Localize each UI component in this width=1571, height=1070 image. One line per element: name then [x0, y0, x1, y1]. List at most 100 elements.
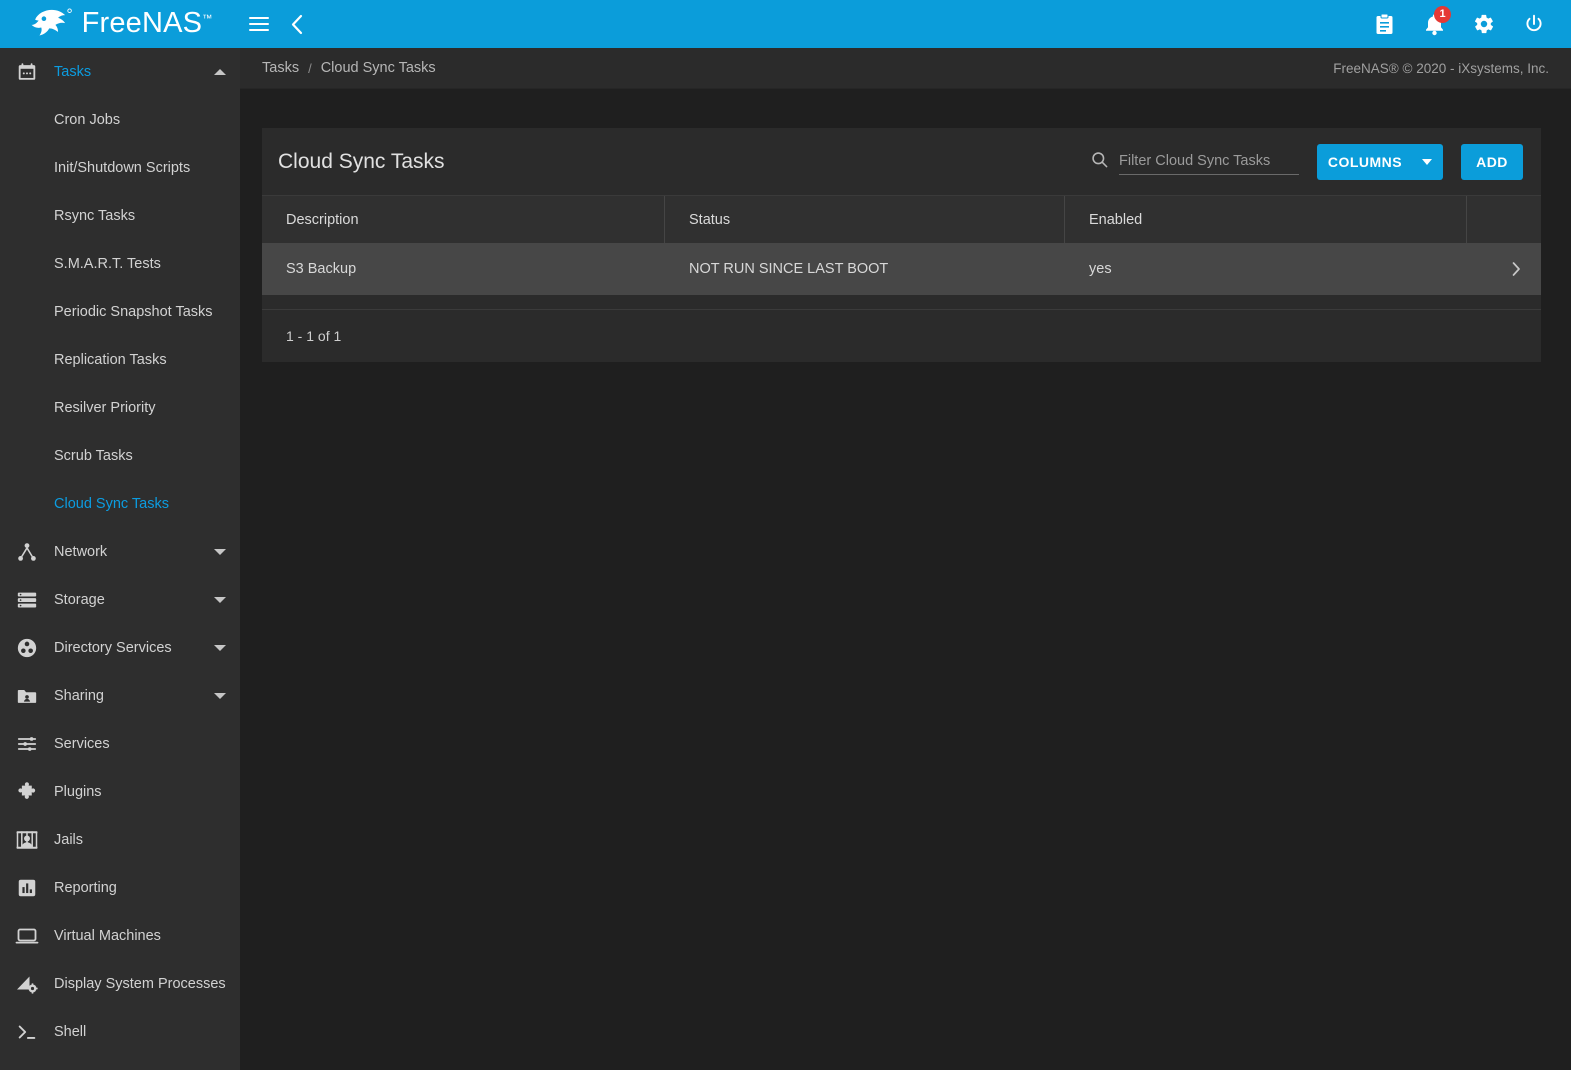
chevron-left-icon[interactable]	[278, 0, 316, 48]
sidebar-item-init-shutdown-scripts[interactable]: Init/Shutdown Scripts	[0, 144, 240, 192]
sidebar-item-label: Display System Processes	[54, 976, 226, 992]
paginator-range-label: 1 - 1 of 1	[286, 328, 341, 344]
sidebar-sub-label: S.M.A.R.T. Tests	[54, 256, 161, 272]
search-icon	[1090, 150, 1109, 174]
cell-status: NOT RUN SINCE LAST BOOT	[665, 243, 1065, 295]
sidebar-item-label: Shell	[54, 1024, 226, 1040]
sidebar-item-sharing[interactable]: Sharing	[0, 672, 240, 720]
sidebar-group-label: Tasks	[54, 64, 208, 80]
brand-name: FreeNAS™	[82, 7, 213, 40]
sidebar-sub-label: Cloud Sync Tasks	[54, 496, 169, 512]
columns-button-label: COLUMNS	[1328, 154, 1402, 170]
column-header-description[interactable]: Description	[262, 196, 665, 243]
chevron-down-icon	[214, 597, 226, 603]
toolbar-actions: COLUMNS ADD	[1090, 144, 1523, 180]
card-toolbar: Cloud Sync Tasks COLUMNS ADD	[262, 128, 1541, 195]
table-spacer	[262, 295, 1541, 309]
chevron-right-icon[interactable]	[1467, 243, 1541, 295]
chevron-down-icon	[1422, 159, 1432, 165]
cell-description: S3 Backup	[262, 243, 665, 295]
sidebar-item-replication-tasks[interactable]: Replication Tasks	[0, 336, 240, 384]
sidebar-sub-label: Cron Jobs	[54, 112, 120, 128]
columns-button[interactable]: COLUMNS	[1317, 144, 1443, 180]
sidebar-item-virtual-machines[interactable]: Virtual Machines	[0, 912, 240, 960]
sidebar-item-label: Network	[54, 544, 208, 560]
sidebar-item-resilver-priority[interactable]: Resilver Priority	[0, 384, 240, 432]
sidebar-item-label: Virtual Machines	[54, 928, 226, 944]
table-row[interactable]: S3 Backup NOT RUN SINCE LAST BOOT yes	[262, 243, 1541, 295]
system-processes-icon	[12, 969, 42, 999]
notification-badge: 1	[1434, 6, 1451, 23]
main-content: Tasks / Cloud Sync Tasks FreeNAS® © 2020…	[240, 48, 1571, 1070]
page-title: Cloud Sync Tasks	[278, 150, 445, 174]
plugins-puzzle-icon	[12, 777, 42, 807]
sidebar-item-storage[interactable]: Storage	[0, 576, 240, 624]
sidebar-item-jails[interactable]: Jails	[0, 816, 240, 864]
breadcrumb-item-tasks[interactable]: Tasks	[262, 60, 299, 76]
sharing-folder-icon	[12, 681, 42, 711]
sidebar-navigation: Tasks Cron Jobs Init/Shutdown Scripts Rs…	[0, 48, 240, 1070]
sidebar-sub-label: Resilver Priority	[54, 400, 156, 416]
sidebar-item-plugins[interactable]: Plugins	[0, 768, 240, 816]
paginator: 1 - 1 of 1	[262, 309, 1541, 362]
sidebar-item-directory-services[interactable]: Directory Services	[0, 624, 240, 672]
header-actions: 1	[1365, 0, 1571, 48]
shell-terminal-icon	[12, 1017, 42, 1047]
jails-icon	[12, 825, 42, 855]
tasks-clipboard-icon[interactable]	[1365, 5, 1403, 43]
chevron-down-icon	[214, 693, 226, 699]
column-header-enabled[interactable]: Enabled	[1065, 196, 1467, 243]
reporting-chart-icon	[12, 873, 42, 903]
sidebar-sub-label: Init/Shutdown Scripts	[54, 160, 190, 176]
copyright-notice: FreeNAS® © 2020 - iXsystems, Inc.	[1333, 61, 1559, 76]
sidebar-item-display-system-processes[interactable]: Display System Processes	[0, 960, 240, 1008]
notifications-bell-icon[interactable]: 1	[1415, 5, 1453, 43]
column-header-status[interactable]: Status	[665, 196, 1065, 243]
sidebar-sub-label: Replication Tasks	[54, 352, 167, 368]
services-sliders-icon	[12, 729, 42, 759]
search-input[interactable]	[1119, 149, 1299, 175]
directory-services-icon	[12, 633, 42, 663]
cell-enabled: yes	[1065, 243, 1467, 295]
sidebar-item-scrub-tasks[interactable]: Scrub Tasks	[0, 432, 240, 480]
chevron-down-icon	[214, 549, 226, 555]
sidebar-item-shell[interactable]: Shell	[0, 1008, 240, 1056]
calendar-icon	[12, 57, 42, 87]
sidebar-item-label: Sharing	[54, 688, 208, 704]
sidebar-item-services[interactable]: Services	[0, 720, 240, 768]
column-header-actions	[1467, 196, 1541, 243]
hamburger-menu-icon[interactable]	[240, 0, 278, 48]
sidebar-item-periodic-snapshot-tasks[interactable]: Periodic Snapshot Tasks	[0, 288, 240, 336]
cloud-sync-tasks-card: Cloud Sync Tasks COLUMNS ADD Descripti	[262, 128, 1541, 362]
sidebar-item-cron-jobs[interactable]: Cron Jobs	[0, 96, 240, 144]
add-button[interactable]: ADD	[1461, 144, 1523, 180]
sidebar-item-rsync-tasks[interactable]: Rsync Tasks	[0, 192, 240, 240]
sidebar-item-label: Storage	[54, 592, 208, 608]
breadcrumb-separator: /	[308, 61, 312, 76]
brand-logo[interactable]: FreeNAS™	[0, 0, 240, 48]
sidebar-item-label: Jails	[54, 832, 226, 848]
sidebar-item-label: Plugins	[54, 784, 226, 800]
sidebar-item-smart-tests[interactable]: S.M.A.R.T. Tests	[0, 240, 240, 288]
sidebar-item-label: Reporting	[54, 880, 226, 896]
sidebar-sub-items: Cron Jobs Init/Shutdown Scripts Rsync Ta…	[0, 96, 240, 528]
breadcrumb-item-cloud-sync-tasks: Cloud Sync Tasks	[321, 60, 436, 76]
network-icon	[12, 537, 42, 567]
add-button-label: ADD	[1476, 154, 1508, 170]
sidebar-item-cloud-sync-tasks[interactable]: Cloud Sync Tasks	[0, 480, 240, 528]
virtual-machines-icon	[12, 921, 42, 951]
sidebar-sub-label: Periodic Snapshot Tasks	[54, 304, 213, 320]
app-header: FreeNAS™ 1	[0, 0, 1571, 48]
sidebar-sub-label: Scrub Tasks	[54, 448, 133, 464]
table-header-row: Description Status Enabled	[262, 195, 1541, 243]
settings-gear-icon[interactable]	[1465, 5, 1503, 43]
power-icon[interactable]	[1515, 5, 1553, 43]
sidebar-item-reporting[interactable]: Reporting	[0, 864, 240, 912]
sidebar-item-network[interactable]: Network	[0, 528, 240, 576]
breadcrumb: Tasks / Cloud Sync Tasks FreeNAS® © 2020…	[240, 48, 1571, 89]
sidebar-item-label: Directory Services	[54, 640, 208, 656]
chevron-up-icon	[214, 69, 226, 75]
storage-icon	[12, 585, 42, 615]
sidebar-group-tasks[interactable]: Tasks	[0, 48, 240, 96]
chevron-down-icon	[214, 645, 226, 651]
